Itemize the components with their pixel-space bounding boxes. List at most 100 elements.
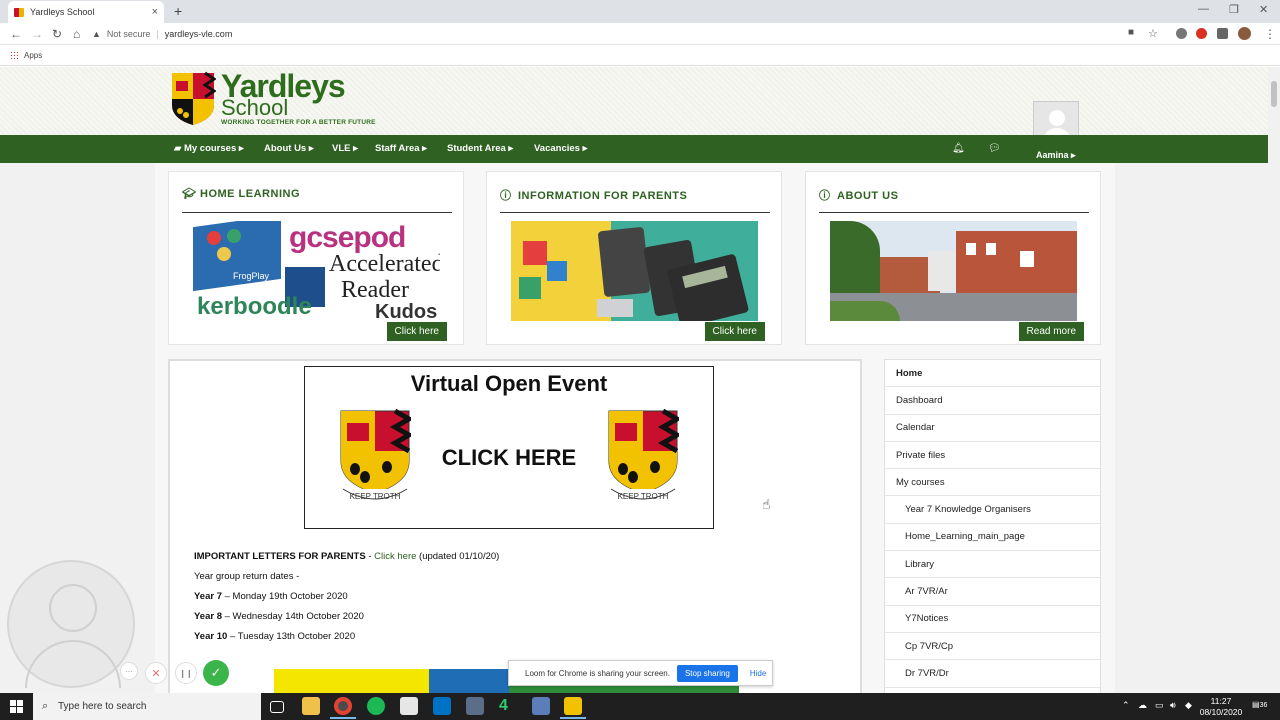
app-four-icon[interactable]: 4 (499, 697, 517, 715)
home-learning-image[interactable]: gcsepod Accelerated Reader kerboodle Kud… (193, 221, 440, 321)
stop-sharing-button[interactable]: Stop sharing (676, 664, 738, 682)
school-logo[interactable]: Yardleys School WORKING TOGETHER FOR A B… (170, 70, 376, 127)
back-icon[interactable]: ← (10, 27, 22, 41)
nav-staff-area[interactable]: Staff Area ▸ (375, 143, 427, 154)
letters-link[interactable]: Click here (374, 551, 416, 562)
sidenav-course[interactable]: Home_Learning_main_page (885, 524, 1100, 552)
reload-icon[interactable]: ↻ (52, 27, 62, 41)
puzzle-icon[interactable] (1217, 28, 1228, 39)
tray-chevron-icon[interactable]: ⌃ (1122, 700, 1130, 711)
hide-button[interactable]: Hide (750, 669, 766, 678)
close-window-button[interactable]: ✕ (1259, 3, 1268, 16)
school-favicon-icon (14, 7, 24, 17)
school-building-image[interactable] (830, 221, 1077, 321)
letters-updated: (updated 01/10/20) (416, 551, 500, 562)
sidenav-my-courses[interactable]: My courses (885, 469, 1100, 497)
info-icon: ⓘ (819, 190, 831, 202)
profile-avatar-icon[interactable] (1238, 27, 1251, 40)
taskbar-clock[interactable]: 11:27 08/10/2020 (1196, 696, 1246, 718)
home-icon[interactable]: ⌂ (73, 27, 80, 41)
nav-vle[interactable]: VLE ▸ (332, 143, 358, 154)
messages-icon[interactable]: 💬︎ (988, 143, 1001, 154)
sims-icon[interactable] (400, 697, 418, 715)
taskbar-search-box[interactable]: ⌕ Type here to search (33, 693, 261, 720)
extension-icon[interactable] (1176, 28, 1187, 39)
tab-close-icon[interactable]: × (152, 6, 158, 18)
card-home-learning: 🎓︎ HOME LEARNING gcsepod Accelerated Read… (168, 171, 464, 345)
card-about-us: ⓘ ABOUT US Read more (805, 171, 1101, 345)
calculators-image[interactable] (511, 221, 758, 321)
document-icon[interactable] (532, 697, 550, 715)
graduation-cap-icon: 🎓︎ (182, 188, 197, 200)
forward-icon[interactable]: → (31, 27, 43, 41)
img-text: FrogPlay (233, 271, 270, 281)
menu-icon[interactable]: ⋮ (1264, 27, 1276, 41)
paint-icon[interactable] (466, 697, 484, 715)
file-explorer-icon[interactable] (302, 697, 320, 715)
clock-time: 11:27 (1210, 696, 1232, 706)
camera-icon[interactable]: ■ (1128, 27, 1134, 38)
home-learning-click-button[interactable]: Click here (386, 322, 447, 341)
bookmark-star-icon[interactable]: ☆ (1148, 27, 1158, 40)
page-scrollbar[interactable] (1268, 67, 1280, 693)
card-title: ABOUT US (837, 190, 899, 202)
onedrive-icon[interactable]: ☁ (1138, 700, 1147, 711)
sidenav-home[interactable]: Home (885, 360, 1100, 388)
windows-start-icon[interactable] (10, 700, 23, 713)
sidenav-course[interactable]: Library (885, 551, 1100, 579)
dropbox-icon[interactable]: ◆ (1185, 700, 1192, 711)
security-label: Not secure (106, 29, 151, 39)
img-text: kerboodle (197, 293, 312, 320)
sidenav-course[interactable]: Ar 7VR/Ar (885, 578, 1100, 606)
user-menu[interactable]: Aamina ▸ (1036, 150, 1076, 161)
sidenav-calendar[interactable]: Calendar (885, 415, 1100, 442)
sidenav-course[interactable]: Year 7 Knowledge Organisers (885, 496, 1100, 524)
year-return-row: Year 10 – Tuesday 13th October 2020 (194, 631, 356, 642)
task-view-icon[interactable] (270, 701, 284, 713)
notification-bell-icon[interactable]: 🔔︎ (952, 143, 965, 154)
logo-tagline: WORKING TOGETHER FOR A BETTER FUTURE (221, 119, 376, 126)
share-text: Loom for Chrome is sharing your screen. (525, 668, 670, 678)
letters-label: IMPORTANT LETTERS FOR PARENTS (194, 551, 366, 562)
card-information-for-parents: ⓘ INFORMATION FOR PARENTS Click here (486, 171, 782, 345)
outlook-icon[interactable] (433, 697, 451, 715)
sidenav-course[interactable]: Y7Notices (885, 606, 1100, 633)
tab-title: Yardleys School (30, 7, 95, 17)
nav-vacancies[interactable]: Vacancies ▸ (534, 143, 587, 154)
nav-student-area[interactable]: Student Area ▸ (447, 143, 513, 154)
loom-cancel-button[interactable]: ✕ (145, 662, 167, 684)
sidenav-private-files[interactable]: Private files (885, 442, 1100, 470)
sticky-notes-icon[interactable] (560, 697, 586, 719)
sidenav-dashboard[interactable]: Dashboard (885, 387, 1100, 415)
virtual-open-event-banner[interactable]: Virtual Open Event KEEP TROTH CLICK HERE (304, 366, 714, 529)
chrome-icon[interactable] (330, 697, 356, 719)
url-field[interactable]: ▲ Not secure | yardleys-vle.com (92, 25, 1172, 43)
loom-pause-button[interactable]: ❙❙ (175, 662, 197, 684)
return-dates-label: Year group return dates - (194, 571, 300, 582)
card-title: HOME LEARNING (200, 188, 300, 200)
apps-grid-icon (10, 51, 19, 60)
minimize-button[interactable]: — (1198, 3, 1209, 15)
restore-button[interactable]: ❐ (1229, 3, 1239, 16)
loom-finish-button[interactable]: ✓ (203, 660, 229, 686)
loom-more-button[interactable]: ··· (120, 662, 138, 680)
sidenav-course[interactable]: Dr 7VR/Dr (885, 660, 1100, 688)
new-tab-button[interactable]: + (174, 3, 182, 19)
volume-icon[interactable]: 🔊︎ (1170, 700, 1176, 711)
bookmark-apps[interactable]: Apps (24, 51, 42, 60)
sidenav-course[interactable]: Cp 7VR/Cp (885, 633, 1100, 661)
notification-center-icon[interactable]: ▤36 (1252, 700, 1267, 709)
info-icon: ⓘ (500, 190, 512, 202)
nav-about-us[interactable]: About Us ▸ (264, 143, 314, 154)
site-header: Yardleys School WORKING TOGETHER FOR A B… (0, 67, 1268, 147)
parents-click-button[interactable]: Click here (704, 322, 765, 341)
about-us-read-more-button[interactable]: Read more (1018, 322, 1084, 341)
loom-extension-icon[interactable] (1196, 28, 1207, 39)
letters-section: IMPORTANT LETTERS FOR PARENTS - Click he… (194, 551, 499, 651)
browser-tab[interactable]: Yardleys School × (8, 1, 164, 23)
nav-my-courses[interactable]: ▰ My courses ▸ (174, 143, 244, 154)
url-separator: | (156, 29, 159, 39)
spotify-icon[interactable] (367, 697, 385, 715)
loom-camera-bubble[interactable] (7, 560, 135, 688)
network-icon[interactable]: ▭ (1155, 700, 1164, 711)
